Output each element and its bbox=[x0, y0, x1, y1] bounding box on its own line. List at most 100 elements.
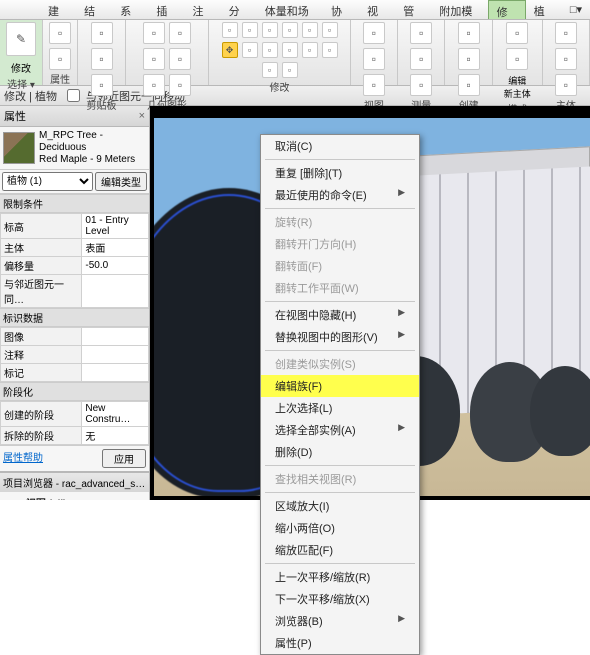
context-menu-item[interactable]: 属性(P) bbox=[261, 632, 419, 654]
tree-root[interactable]: ⊟◷ 视图 (all) bbox=[4, 494, 147, 500]
prop-section-header[interactable]: 阶段化 bbox=[0, 382, 149, 401]
menu-tab-10[interactable]: 附加模块 bbox=[431, 0, 487, 19]
edit-type-button[interactable]: 编辑类型 bbox=[95, 172, 147, 191]
ribbon-icon[interactable]: ▫ bbox=[169, 22, 191, 44]
prop-label: 主体 bbox=[1, 239, 82, 257]
ribbon-icon[interactable]: ▫ bbox=[506, 22, 528, 44]
prop-value[interactable]: 01 - Entry Level bbox=[82, 214, 149, 239]
type-selector[interactable]: 植物 (1) bbox=[2, 172, 93, 191]
ribbon-icon[interactable]: ▫ bbox=[91, 22, 113, 44]
ribbon-icon[interactable]: ▫ bbox=[322, 42, 338, 58]
move-with-nearby-checkbox[interactable] bbox=[67, 89, 80, 102]
prop-value[interactable] bbox=[82, 328, 149, 346]
context-menu-item[interactable]: 区域放大(I) bbox=[261, 495, 419, 517]
menu-tab-7[interactable]: 协作 bbox=[323, 0, 359, 19]
ribbon-icon[interactable]: ▫ bbox=[410, 22, 432, 44]
menu-tab-2[interactable]: 系统 bbox=[112, 0, 148, 19]
ribbon-icon[interactable]: ▫ bbox=[282, 22, 298, 38]
prop-value[interactable]: -50.0 bbox=[82, 257, 149, 275]
ribbon-icon[interactable]: ▫ bbox=[302, 22, 318, 38]
prop-section-header[interactable]: 限制条件 bbox=[0, 194, 149, 213]
menu-tab-3[interactable]: 插入 bbox=[148, 0, 184, 19]
ribbon-icon[interactable]: ▫ bbox=[363, 74, 385, 96]
context-menu-item[interactable]: 编辑族(F) bbox=[261, 375, 419, 397]
properties-title: 属性 bbox=[4, 108, 26, 124]
ribbon-group-1: ▫▫属性 bbox=[43, 20, 78, 85]
ribbon-icon[interactable]: ▫ bbox=[242, 22, 258, 38]
context-menu-item[interactable]: 在视图中隐藏(H)▶ bbox=[261, 304, 419, 326]
ribbon-group-7: ▫▫▫创建 bbox=[445, 20, 492, 85]
menu-tab-0[interactable]: 建筑 bbox=[40, 0, 76, 19]
context-menu-item[interactable]: 浏览器(B)▶ bbox=[261, 610, 419, 632]
ribbon-icon[interactable]: ▫ bbox=[302, 42, 318, 58]
context-menu-item[interactable]: 替换视图中的图形(V)▶ bbox=[261, 326, 419, 348]
ribbon-icon[interactable]: ▫ bbox=[458, 74, 480, 96]
close-icon[interactable]: × bbox=[139, 110, 145, 122]
ribbon-icon[interactable]: ▫ bbox=[555, 22, 577, 44]
ribbon-icon[interactable]: ▫ bbox=[322, 22, 338, 38]
context-menu-item[interactable]: 取消(C) bbox=[261, 135, 419, 157]
context-menu-item[interactable]: 选择全部实例(A)▶ bbox=[261, 419, 419, 441]
ribbon-icon[interactable]: ▫ bbox=[363, 48, 385, 70]
ribbon-icon[interactable]: ▫ bbox=[363, 22, 385, 44]
prop-value[interactable]: 无 bbox=[82, 427, 149, 445]
chevron-right-icon: ▶ bbox=[398, 307, 405, 318]
menu-tab-11[interactable]: 修改 bbox=[488, 0, 526, 19]
context-menu-item: 翻转面(F) bbox=[261, 255, 419, 277]
ribbon-icon[interactable]: ▫ bbox=[410, 48, 432, 70]
ribbon-icon[interactable]: ▫ bbox=[458, 48, 480, 70]
ribbon-icon[interactable]: ✥ bbox=[222, 42, 238, 58]
project-browser: 项目浏览器 - rac_advanced_sample_… ⊟◷ 视图 (all… bbox=[0, 471, 149, 500]
ribbon-icon[interactable]: ▫ bbox=[262, 42, 278, 58]
apply-button[interactable]: 应用 bbox=[102, 449, 146, 468]
menu-tab-4[interactable]: 注释 bbox=[185, 0, 221, 19]
prop-value[interactable] bbox=[82, 275, 149, 308]
menu-overflow[interactable]: □▾ bbox=[562, 0, 590, 19]
context-menu-item[interactable]: 缩小两倍(O) bbox=[261, 517, 419, 539]
ribbon-icon[interactable]: ▫ bbox=[169, 48, 191, 70]
ribbon-icon[interactable]: ▫ bbox=[49, 22, 71, 44]
ribbon-icon[interactable]: ▫ bbox=[555, 74, 577, 96]
prop-value[interactable] bbox=[82, 364, 149, 382]
modify-icon[interactable]: ✎ bbox=[6, 22, 36, 56]
menu-tab-1[interactable]: 结构 bbox=[76, 0, 112, 19]
ribbon-icon[interactable]: ▫ bbox=[458, 22, 480, 44]
element-header[interactable]: M_RPC Tree - Deciduous Red Maple - 9 Met… bbox=[0, 127, 149, 170]
ribbon-icon[interactable]: ▫ bbox=[555, 48, 577, 70]
properties-help-link[interactable]: 属性帮助 bbox=[3, 449, 43, 468]
ribbon-icon[interactable]: ▫ bbox=[91, 48, 113, 70]
ribbon-icon[interactable]: ▫ bbox=[91, 74, 113, 96]
prop-value[interactable]: New Constru… bbox=[82, 402, 149, 427]
ribbon-icon[interactable]: ▫ bbox=[282, 42, 298, 58]
ribbon-icon[interactable]: ▫ bbox=[410, 74, 432, 96]
prop-section-header[interactable]: 标识数据 bbox=[0, 308, 149, 327]
context-menu-item[interactable]: 上一次平移/缩放(R) bbox=[261, 566, 419, 588]
ribbon-icon[interactable]: ▫ bbox=[262, 62, 278, 78]
menu-tab-5[interactable]: 分析 bbox=[221, 0, 257, 19]
menu-tab-6[interactable]: 体量和场地 bbox=[257, 0, 323, 19]
context-menu-item[interactable]: 下一次平移/缩放(X) bbox=[261, 588, 419, 610]
ribbon-icon[interactable]: ▫ bbox=[282, 62, 298, 78]
ribbon-group-3: ▫▫▫▫▫▫几何图形 bbox=[126, 20, 210, 85]
ribbon-icon[interactable]: ▫ bbox=[143, 74, 165, 96]
prop-value[interactable] bbox=[82, 346, 149, 364]
prop-value[interactable]: 表面 bbox=[82, 239, 149, 257]
menu-tab-9[interactable]: 管理 bbox=[395, 0, 431, 19]
context-menu-item: 翻转工作平面(W) bbox=[261, 277, 419, 299]
ribbon-icon[interactable]: ▫ bbox=[242, 42, 258, 58]
context-menu-item[interactable]: 重复 [删除](T) bbox=[261, 162, 419, 184]
ribbon-icon[interactable]: ▫ bbox=[506, 48, 528, 70]
context-menu-item[interactable]: 删除(D) bbox=[261, 441, 419, 463]
menu-tab-8[interactable]: 视图 bbox=[359, 0, 395, 19]
ribbon-icon[interactable]: ▫ bbox=[143, 22, 165, 44]
ribbon-icon[interactable]: ▫ bbox=[169, 74, 191, 96]
ribbon-group-2: ▫▫▫剪贴板 bbox=[78, 20, 125, 85]
context-menu-item[interactable]: 缩放匹配(F) bbox=[261, 539, 419, 561]
menu-tab-12[interactable]: 植物 bbox=[526, 0, 562, 19]
ribbon-icon[interactable]: ▫ bbox=[143, 48, 165, 70]
context-menu-item[interactable]: 最近使用的命令(E)▶ bbox=[261, 184, 419, 206]
context-menu-item[interactable]: 上次选择(L) bbox=[261, 397, 419, 419]
ribbon-icon[interactable]: ▫ bbox=[222, 22, 238, 38]
ribbon-icon[interactable]: ▫ bbox=[262, 22, 278, 38]
ribbon-icon[interactable]: ▫ bbox=[49, 48, 71, 70]
